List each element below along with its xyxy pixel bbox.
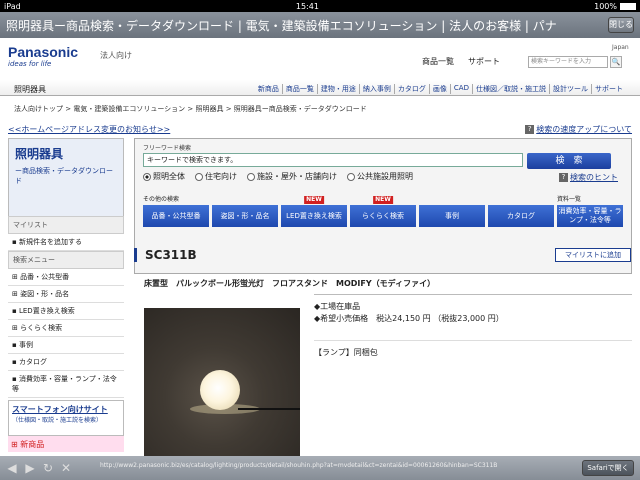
category-label: 照明器具: [14, 85, 46, 94]
link-support[interactable]: サポート: [468, 56, 500, 67]
menu-item-efficiency[interactable]: ▪ 消費効率・容量・ランプ・法令等: [8, 371, 124, 398]
radio-facility[interactable]: 施設・屋外・店舗向け: [247, 171, 337, 182]
nav-item-support[interactable]: サポート: [591, 84, 626, 94]
web-page: Panasonic ideas for life 法人向け Japan 商品一覧…: [0, 38, 640, 456]
nav-item-catalog[interactable]: カタログ: [393, 84, 429, 94]
product-image: [144, 308, 300, 456]
corp-label: 法人向け: [100, 51, 132, 60]
reload-icon[interactable]: ↻: [42, 461, 54, 475]
back-icon[interactable]: ◀: [6, 461, 18, 475]
product-price: ◆希望小売価格 税込24,150 円 （税抜23,000 円）: [314, 314, 504, 323]
product-description: 床置型 パルックボール形蛍光灯 フロアスタンド MODIFY（モディファイ）: [144, 279, 436, 288]
close-button[interactable]: 閉じる: [608, 17, 634, 33]
nav-item-new[interactable]: 新商品: [255, 84, 282, 94]
region-label: Japan: [612, 44, 629, 51]
new-badge: NEW: [304, 196, 324, 204]
freeword-label: フリーワード検索: [143, 145, 192, 152]
nav-item-cad[interactable]: CAD: [449, 84, 472, 94]
site-search-input[interactable]: 検索キーワードを入力: [528, 56, 608, 68]
nav-item-buildings[interactable]: 建物・用途: [316, 84, 359, 94]
search-by-part-number-button[interactable]: 品番・公共型番: [143, 205, 209, 227]
cases-button[interactable]: 事例: [419, 205, 485, 227]
new-badge: NEW: [373, 196, 393, 204]
stop-icon[interactable]: ✕: [60, 461, 72, 475]
lamp-info: 【ランプ】同梱包: [314, 340, 632, 358]
nav-item-specs[interactable]: 仕様図／取説・施工説: [472, 84, 549, 94]
nav-item-cases[interactable]: 納入事例: [358, 84, 394, 94]
radio-residential[interactable]: 住宅向け: [195, 171, 237, 182]
catalog-button[interactable]: カタログ: [488, 205, 554, 227]
top-links: 商品一覧 サポート: [422, 56, 500, 67]
new-products-link[interactable]: ⊞ 新商品: [8, 436, 124, 452]
easy-search-button[interactable]: NEW らくらく検索: [350, 196, 416, 227]
left-sidebar: マイリスト ▪ 新規件名を追加する 検索メニュー ⊞ 品番・公共型番 ⊞ 姿図・…: [8, 216, 124, 398]
product-info: ◆工場在庫品 ◆希望小売価格 税込24,150 円 （税抜23,000 円）: [314, 294, 632, 325]
question-icon: ?: [559, 173, 568, 182]
address-change-notice-link[interactable]: <<ホームページアドレス変更のお知らせ>>: [8, 124, 170, 135]
breadcrumb[interactable]: 法人向けトップ > 電気・建築設備エコソリューション > 照明器具 > 照明器具…: [14, 104, 367, 114]
stock-status: ◆工場在庫品: [314, 302, 361, 311]
menu-item-part-number[interactable]: ⊞ 品番・公共型番: [8, 269, 124, 286]
search-menu-header: 検索メニュー: [8, 251, 124, 269]
category-title: 照明器具: [15, 147, 64, 161]
radio-all[interactable]: 照明全体: [143, 171, 185, 182]
add-project-link[interactable]: ▪ 新規件名を追加する: [8, 234, 124, 251]
scope-radio-group: 照明全体 住宅向け 施設・屋外・店舗向け 公共施設用照明: [143, 171, 413, 182]
battery-icon: [619, 2, 636, 10]
page-title: 照明器具ー商品検索・データダウンロード | 電気・建築設備エコソリューション |…: [6, 18, 557, 33]
radio-checked-icon: [143, 172, 151, 181]
menu-item-led[interactable]: ▪ LED置き換え検索: [8, 303, 124, 320]
efficiency-button[interactable]: 消費効率・容量・ランプ・法令等: [557, 205, 623, 227]
radio-icon: [347, 172, 355, 181]
radio-icon: [247, 172, 255, 181]
menu-item-cases[interactable]: ▪ 事例: [8, 337, 124, 354]
nav-item-design-tools[interactable]: 設計ツール: [549, 84, 591, 94]
title-bar: 照明器具ー商品検索・データダウンロード | 電気・建築設備エコソリューション |…: [0, 12, 640, 38]
category-subtitle: ー商品検索・データダウンロード: [15, 167, 113, 185]
menu-item-easy[interactable]: ⊞ らくらく検索: [8, 320, 124, 337]
search-button[interactable]: 検 索: [527, 153, 611, 169]
search-button-row: 品番・公共型番 姿図・形・品名 NEW LED置き換え検索 NEW らくらく検索 事…: [143, 196, 623, 227]
smartphone-site-box[interactable]: スマートフォン向けサイト （仕様図・取説・施工説を検索）: [8, 400, 124, 436]
search-hint-link[interactable]: ? 検索のヒント: [559, 172, 618, 183]
speedup-link[interactable]: ? 検索の速度アップについて: [525, 124, 632, 135]
nav-item-products[interactable]: 商品一覧: [281, 84, 317, 94]
radio-icon: [195, 172, 203, 181]
question-icon: ?: [525, 125, 535, 134]
battery-indicator: 100%: [594, 2, 636, 11]
category-navbar: 照明器具 新商品 商品一覧 建物・用途 納入事例 カタログ 画像 CAD 仕様図…: [0, 80, 640, 96]
docs-label: 資料一覧: [557, 196, 582, 203]
clock: 15:41: [295, 1, 319, 11]
panasonic-logo[interactable]: Panasonic ideas for life: [8, 44, 78, 68]
open-in-safari-button[interactable]: Safariで開く: [582, 460, 634, 476]
status-bar: iPad 15:41 100%: [0, 0, 640, 12]
menu-item-shape[interactable]: ⊞ 姿図・形・品名: [8, 286, 124, 303]
magnifier-icon[interactable]: 🔍: [610, 56, 622, 68]
search-by-shape-button[interactable]: 姿図・形・品名: [212, 205, 278, 227]
nav-item-images[interactable]: 画像: [428, 84, 450, 94]
other-search-label: その他の検索: [143, 196, 180, 203]
add-to-mylist-button[interactable]: マイリストに追加: [555, 248, 631, 262]
keyword-input[interactable]: キーワードで検索できます。: [143, 153, 523, 167]
device-label: iPad: [4, 1, 21, 11]
forward-icon[interactable]: ▶: [24, 461, 36, 475]
radio-public[interactable]: 公共施設用照明: [347, 171, 413, 182]
led-replacement-button[interactable]: NEW LED置き換え検索: [281, 196, 347, 227]
mylist-header: マイリスト: [8, 216, 124, 234]
browser-toolbar: ◀ ▶ ↻ ✕ http://www2.panasonic.biz/es/cat…: [0, 456, 640, 480]
url-field[interactable]: http://www2.panasonic.biz/es/catalog/lig…: [100, 462, 570, 469]
link-product-list[interactable]: 商品一覧: [422, 56, 454, 67]
product-code: SC311B: [134, 248, 197, 262]
category-box[interactable]: 照明器具 ー商品検索・データダウンロード: [8, 138, 124, 218]
menu-item-catalog[interactable]: ▪ カタログ: [8, 354, 124, 371]
